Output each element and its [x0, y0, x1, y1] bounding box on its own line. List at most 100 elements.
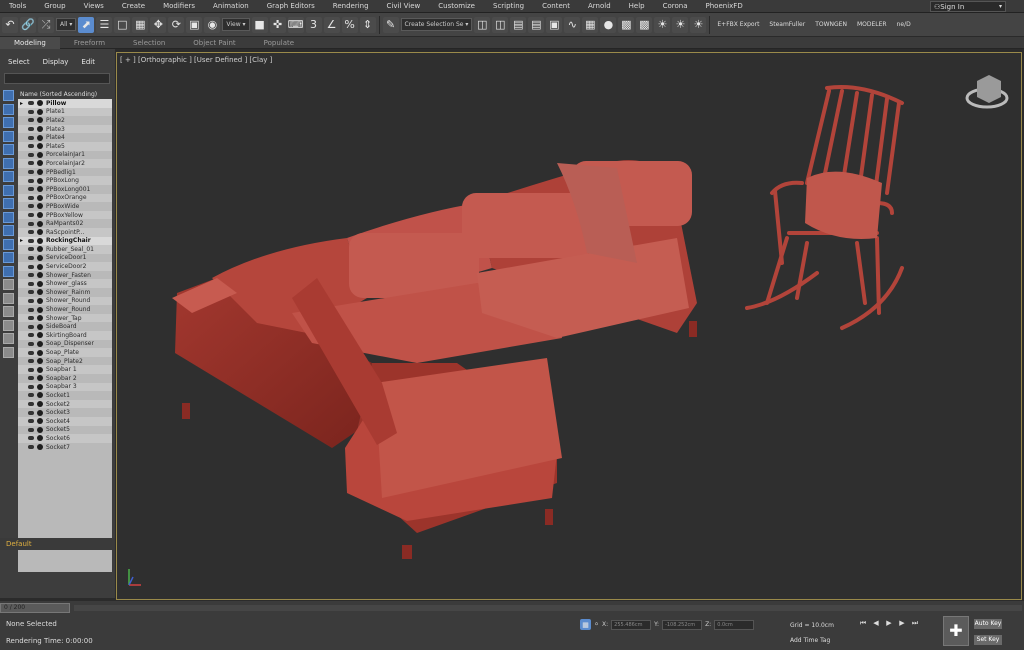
scene-group-row[interactable]: ▸ RockingChair: [18, 236, 112, 246]
scene-object-row[interactable]: Soapbar 3: [18, 382, 112, 392]
display-all-icon[interactable]: [3, 90, 14, 101]
display-lights-icon[interactable]: [3, 130, 14, 142]
scene-object-row[interactable]: Shower_Rainm: [18, 288, 112, 297]
scene-object-row[interactable]: SkirtingBoard: [18, 331, 112, 340]
scene-object-row[interactable]: Socket7: [18, 443, 112, 452]
scene-object-row[interactable]: Soap_Dispenser: [18, 340, 112, 349]
menu-item-corona[interactable]: Corona: [654, 2, 697, 10]
menu-item-phoenixfd[interactable]: PhoenixFD: [697, 2, 752, 10]
render-production-icon[interactable]: ☀: [654, 16, 671, 33]
toggle-ribbon-icon[interactable]: ▣: [546, 16, 563, 33]
visibility-icon[interactable]: [28, 419, 34, 424]
mirror-icon[interactable]: ◫: [474, 16, 491, 33]
snap-3d-icon[interactable]: 3: [305, 16, 322, 33]
select-all-icon[interactable]: [3, 279, 14, 290]
select-none-icon[interactable]: [3, 292, 14, 304]
scene-object-row[interactable]: Socket4: [18, 416, 112, 426]
display-children-icon[interactable]: [3, 265, 14, 277]
visibility-icon[interactable]: [28, 341, 34, 346]
render-iterative-icon[interactable]: ☀: [672, 16, 689, 33]
menu-item-graph-editors[interactable]: Graph Editors: [258, 2, 324, 10]
scene-object-row[interactable]: Socket5: [18, 426, 112, 435]
scene-list-header[interactable]: Name (Sorted Ascending): [18, 90, 112, 99]
pivot-icon[interactable]: ■: [251, 16, 268, 33]
scene-tab-display[interactable]: Display: [38, 58, 74, 66]
menu-item-help[interactable]: Help: [620, 2, 654, 10]
ribbon-tab-selection[interactable]: Selection: [119, 39, 179, 47]
scene-group-row[interactable]: ▸ Pillow: [18, 99, 112, 108]
perspective-viewport[interactable]: [ + ] [Orthographic ] [User Defined ] [C…: [116, 52, 1022, 600]
visibility-icon[interactable]: [28, 350, 34, 355]
visibility-icon[interactable]: [28, 281, 34, 286]
scene-object-row[interactable]: PPBoxWide: [18, 202, 112, 211]
select-manipulate-icon[interactable]: ✜: [269, 16, 286, 33]
visibility-icon[interactable]: [28, 255, 34, 260]
keyboard-shortcut-icon[interactable]: ⌨: [287, 16, 304, 33]
visibility-icon[interactable]: [28, 316, 34, 321]
menu-item-customize[interactable]: Customize: [429, 2, 484, 10]
timeline-track[interactable]: [74, 605, 1022, 611]
lock-icon[interactable]: [3, 346, 14, 358]
scene-object-row[interactable]: Soap_Plate2: [18, 357, 112, 366]
visibility-icon[interactable]: [28, 101, 34, 106]
display-groups-icon[interactable]: [3, 184, 14, 196]
rendered-frame-window-icon[interactable]: ▩: [636, 16, 653, 33]
curve-editor-icon[interactable]: ∿: [564, 16, 581, 33]
scene-object-row[interactable]: PorcelainJar1: [18, 151, 112, 160]
expand-icon[interactable]: ▸: [20, 237, 26, 244]
schematic-view-icon[interactable]: ▦: [582, 16, 599, 33]
viewcube-icon[interactable]: [965, 75, 1009, 109]
visibility-icon[interactable]: [28, 445, 34, 450]
toggle-scene-explorer-icon[interactable]: ▤: [510, 16, 527, 33]
visibility-icon[interactable]: [28, 298, 34, 303]
find-icon[interactable]: [3, 333, 14, 344]
visibility-icon[interactable]: [28, 393, 34, 398]
menu-item-create[interactable]: Create: [113, 2, 154, 10]
material-editor-icon[interactable]: ●: [600, 16, 617, 33]
display-bones-icon[interactable]: [3, 211, 14, 223]
visibility-icon[interactable]: [28, 290, 34, 295]
visibility-icon[interactable]: [28, 402, 34, 407]
scene-object-row[interactable]: RaMpants02: [18, 219, 112, 228]
visibility-icon[interactable]: [28, 307, 34, 312]
display-helpers-icon[interactable]: [3, 157, 14, 169]
expand-icon[interactable]: ▸: [20, 100, 26, 107]
edit-named-selection-icon[interactable]: ✎: [382, 16, 399, 33]
rectangle-selection-icon[interactable]: □: [114, 16, 131, 33]
play-icon[interactable]: ▶: [884, 618, 894, 628]
unlink-icon[interactable]: ⤮: [38, 16, 54, 33]
window-crossing-icon[interactable]: ▦: [132, 16, 149, 33]
sort-icon[interactable]: [3, 319, 14, 331]
time-slider[interactable]: 0 / 200: [0, 603, 70, 613]
scene-tab-edit[interactable]: Edit: [76, 58, 100, 66]
scene-object-row[interactable]: PPBoxLong: [18, 176, 112, 185]
ribbon-tab-populate[interactable]: Populate: [250, 39, 308, 47]
undo-icon[interactable]: ↶: [2, 16, 18, 33]
modeler-button[interactable]: MODELER: [853, 21, 891, 28]
display-hidden-icon[interactable]: [3, 252, 14, 263]
scene-object-row[interactable]: Socket6: [18, 434, 112, 443]
menu-item-arnold[interactable]: Arnold: [579, 2, 620, 10]
auto-key-button[interactable]: Auto Key: [974, 619, 1002, 629]
scene-object-row[interactable]: PorcelainJar2: [18, 159, 112, 168]
visibility-icon[interactable]: [28, 187, 34, 192]
scene-object-row[interactable]: Shower_Tap: [18, 313, 112, 323]
visibility-icon[interactable]: [28, 109, 34, 114]
named-selection-dropdown[interactable]: Create Selection Se ▾: [400, 18, 473, 31]
visibility-icon[interactable]: [28, 324, 34, 329]
menu-item-rendering[interactable]: Rendering: [324, 2, 378, 10]
steamfuller-button[interactable]: SteamFuller: [765, 21, 809, 28]
scene-object-row[interactable]: PPBoxOrange: [18, 193, 112, 203]
scene-object-row[interactable]: Shower_Round: [18, 305, 112, 314]
scene-object-row[interactable]: ServiceDoor2: [18, 262, 112, 271]
scene-object-row[interactable]: PPBedlig1: [18, 168, 112, 177]
sign-in-dropdown[interactable]: ⚇ Sign In ▾: [930, 1, 1006, 12]
scene-object-row[interactable]: Socket2: [18, 399, 112, 409]
select-object-icon[interactable]: ⬈: [78, 16, 95, 33]
scene-object-row[interactable]: Plate3: [18, 124, 112, 134]
render-setup-icon[interactable]: ▩: [618, 16, 635, 33]
scene-object-row[interactable]: Socket1: [18, 391, 112, 400]
percent-snap-icon[interactable]: %: [341, 16, 358, 33]
select-by-name-icon[interactable]: ☰: [96, 16, 113, 33]
visibility-icon[interactable]: [28, 264, 34, 269]
